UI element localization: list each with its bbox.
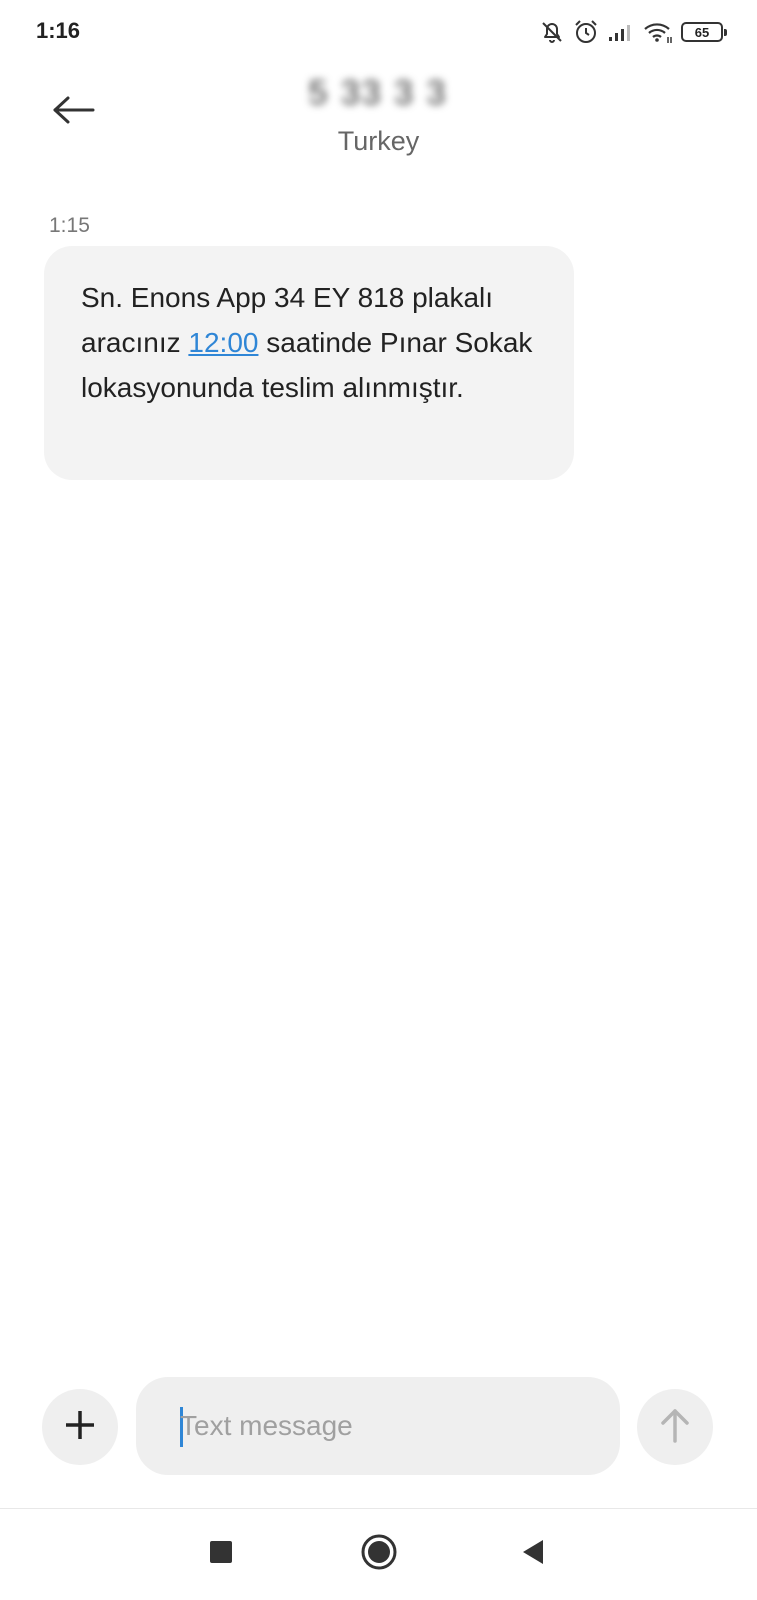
circle-icon (360, 1533, 398, 1576)
alarm-icon (573, 19, 599, 45)
triangle-back-icon (519, 1537, 547, 1572)
contact-number[interactable]: 5 33 3 3 (258, 74, 498, 122)
message-time-link[interactable]: 12:00 (188, 327, 258, 358)
recent-apps-button[interactable] (196, 1529, 246, 1579)
message-bubble[interactable]: Sn. Enons App 34 EY 818 plakalı aracınız… (44, 246, 574, 480)
plus-icon (63, 1408, 97, 1447)
message-timestamp: 1:15 (49, 214, 90, 237)
send-button[interactable] (637, 1389, 713, 1465)
status-time: 1:16 (36, 18, 81, 43)
notifications-off-icon (539, 19, 565, 45)
square-icon (208, 1539, 234, 1570)
message-composer (0, 1374, 757, 1475)
message-input-container[interactable] (136, 1377, 620, 1475)
signal-icon (607, 21, 635, 43)
message-input[interactable] (180, 1401, 600, 1451)
wifi-icon (643, 20, 673, 44)
battery-level: 65 (694, 24, 710, 40)
home-button[interactable] (354, 1529, 404, 1579)
conversation-header: 5 33 3 3 Turkey (0, 62, 757, 172)
status-bar: 1:16 65 (0, 0, 757, 62)
arrow-left-icon (52, 95, 96, 130)
arrow-up-icon (658, 1406, 692, 1449)
navigation-bar (0, 1509, 757, 1600)
status-icons: 65 (539, 18, 727, 46)
add-attachment-button[interactable] (42, 1389, 118, 1465)
contact-location: Turkey (337, 126, 420, 156)
system-back-button[interactable] (508, 1529, 558, 1579)
battery-icon: 65 (681, 22, 727, 42)
